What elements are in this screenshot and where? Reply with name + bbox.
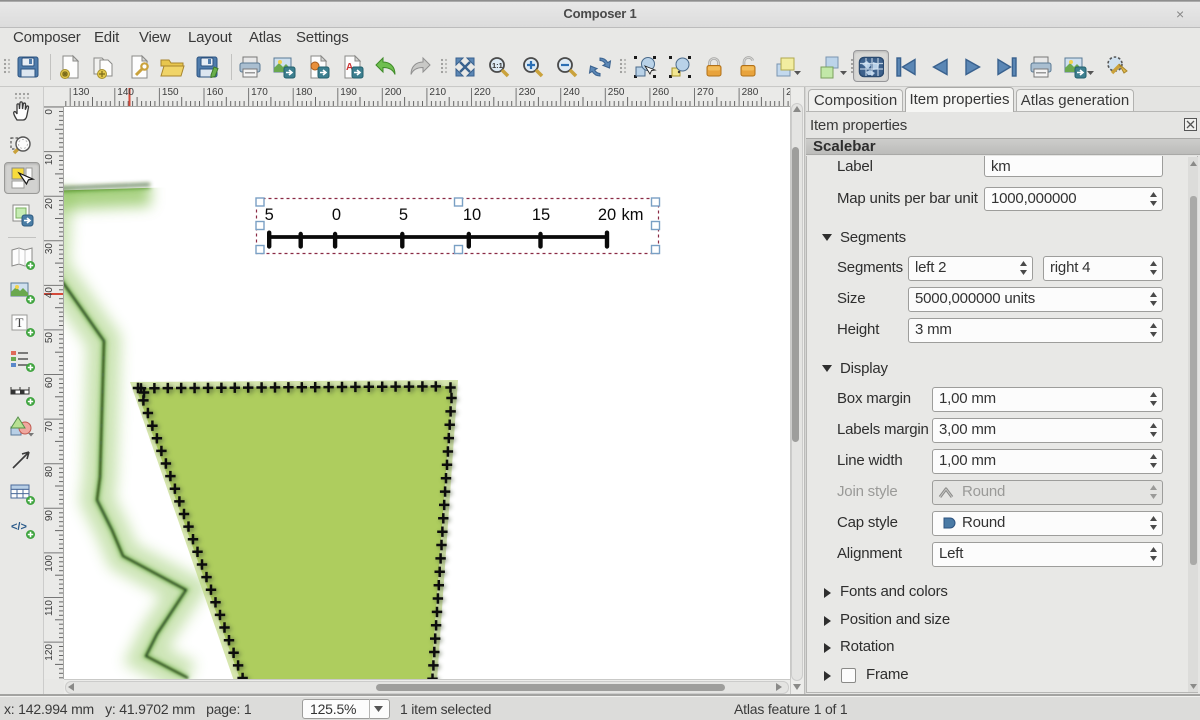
svg-text:</>: </>: [11, 521, 27, 533]
svg-text:1:1: 1:1: [492, 61, 503, 70]
svg-text:T: T: [16, 315, 24, 330]
